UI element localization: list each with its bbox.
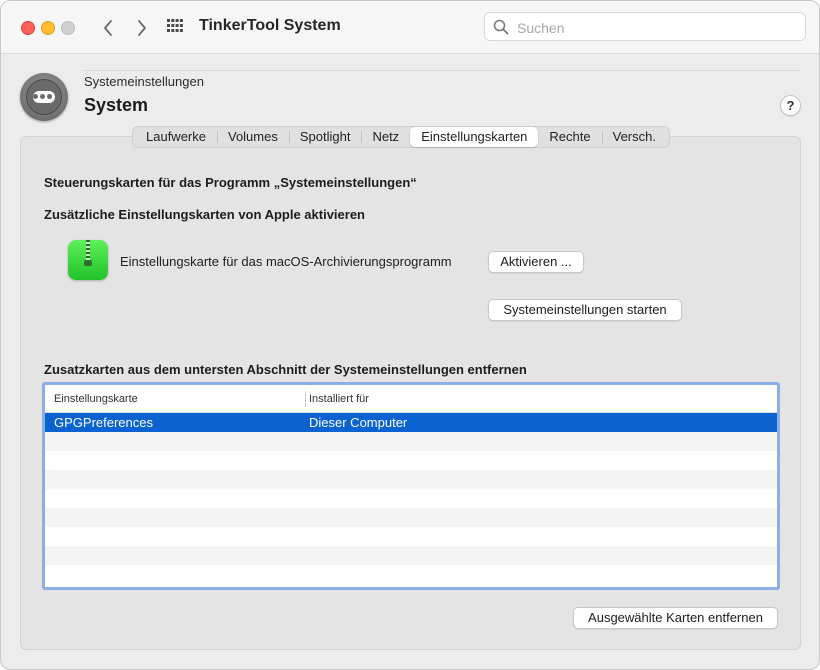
- help-button[interactable]: ?: [780, 95, 801, 116]
- header-divider: [83, 70, 801, 71]
- tab-versch[interactable]: Versch.: [601, 127, 667, 147]
- grid-icon: [167, 19, 183, 32]
- table-row-empty: [45, 546, 777, 565]
- show-all-button[interactable]: [167, 19, 187, 35]
- cell-card: GPGPreferences: [54, 415, 153, 430]
- launch-system-settings-button[interactable]: Systemeinstellungen starten: [488, 299, 682, 321]
- panes-table[interactable]: Einstellungskarte Installiert für GPGPre…: [42, 382, 780, 590]
- table-row-empty: [45, 451, 777, 470]
- app-window: TinkerTool System Systemeinstellungen Sy…: [0, 0, 820, 670]
- minimize-window-button[interactable]: [41, 21, 55, 35]
- title-bar: TinkerTool System: [1, 1, 819, 54]
- tab-volumes[interactable]: Volumes: [216, 127, 289, 147]
- table-row-empty: [45, 527, 777, 546]
- column-divider[interactable]: [305, 391, 306, 407]
- tab-einstellungskarten[interactable]: Einstellungskarten: [410, 127, 539, 147]
- search-input[interactable]: [515, 17, 799, 39]
- search-icon: [493, 19, 509, 35]
- archive-utility-icon: [68, 240, 108, 280]
- zoom-window-button[interactable]: [61, 21, 75, 35]
- chevron-left-icon: [104, 20, 112, 36]
- table-row-empty: [45, 508, 777, 527]
- column-header-installed-for[interactable]: Installiert für: [309, 393, 369, 405]
- table-row-empty: [45, 432, 777, 451]
- table-row-empty: [45, 470, 777, 489]
- remove-selected-panes-button[interactable]: Ausgewählte Karten entfernen: [573, 607, 778, 629]
- activate-button[interactable]: Aktivieren ...: [488, 251, 584, 273]
- search-field[interactable]: [484, 12, 806, 41]
- tab-spotlight[interactable]: Spotlight: [288, 127, 362, 147]
- tab-laufwerke[interactable]: Laufwerke: [135, 127, 217, 147]
- tab-bar: Laufwerke Volumes Spotlight Netz Einstel…: [132, 126, 670, 148]
- section-heading-apple-panes: Zusätzliche Einstellungskarten von Apple…: [44, 207, 365, 222]
- chevron-right-icon: [138, 20, 146, 36]
- back-button[interactable]: [97, 15, 119, 39]
- table-header: Einstellungskarte Installiert für: [45, 385, 777, 413]
- app-title: TinkerTool System: [199, 17, 341, 34]
- tab-rechte[interactable]: Rechte: [538, 127, 601, 147]
- column-header-card[interactable]: Einstellungskarte: [54, 393, 138, 405]
- table-row[interactable]: GPGPreferences Dieser Computer: [45, 413, 777, 432]
- section-heading-remove-panes: Zusatzkarten aus dem untersten Abschnitt…: [44, 362, 527, 377]
- table-row-empty: [45, 489, 777, 508]
- page-title: System: [84, 95, 149, 115]
- breadcrumb-parent: Systemeinstellungen: [84, 74, 204, 89]
- system-pane-icon: [20, 73, 68, 121]
- cell-installed-for: Dieser Computer: [309, 415, 408, 430]
- close-window-button[interactable]: [21, 21, 35, 35]
- table-row-empty: [45, 565, 777, 584]
- tab-netz[interactable]: Netz: [361, 127, 410, 147]
- section-heading-control-panes: Steuerungskarten für das Programm „Syste…: [44, 175, 417, 190]
- table-body: GPGPreferences Dieser Computer: [45, 413, 777, 584]
- archive-card-label: Einstellungskarte für das macOS-Archivie…: [120, 254, 452, 269]
- forward-button[interactable]: [131, 15, 153, 39]
